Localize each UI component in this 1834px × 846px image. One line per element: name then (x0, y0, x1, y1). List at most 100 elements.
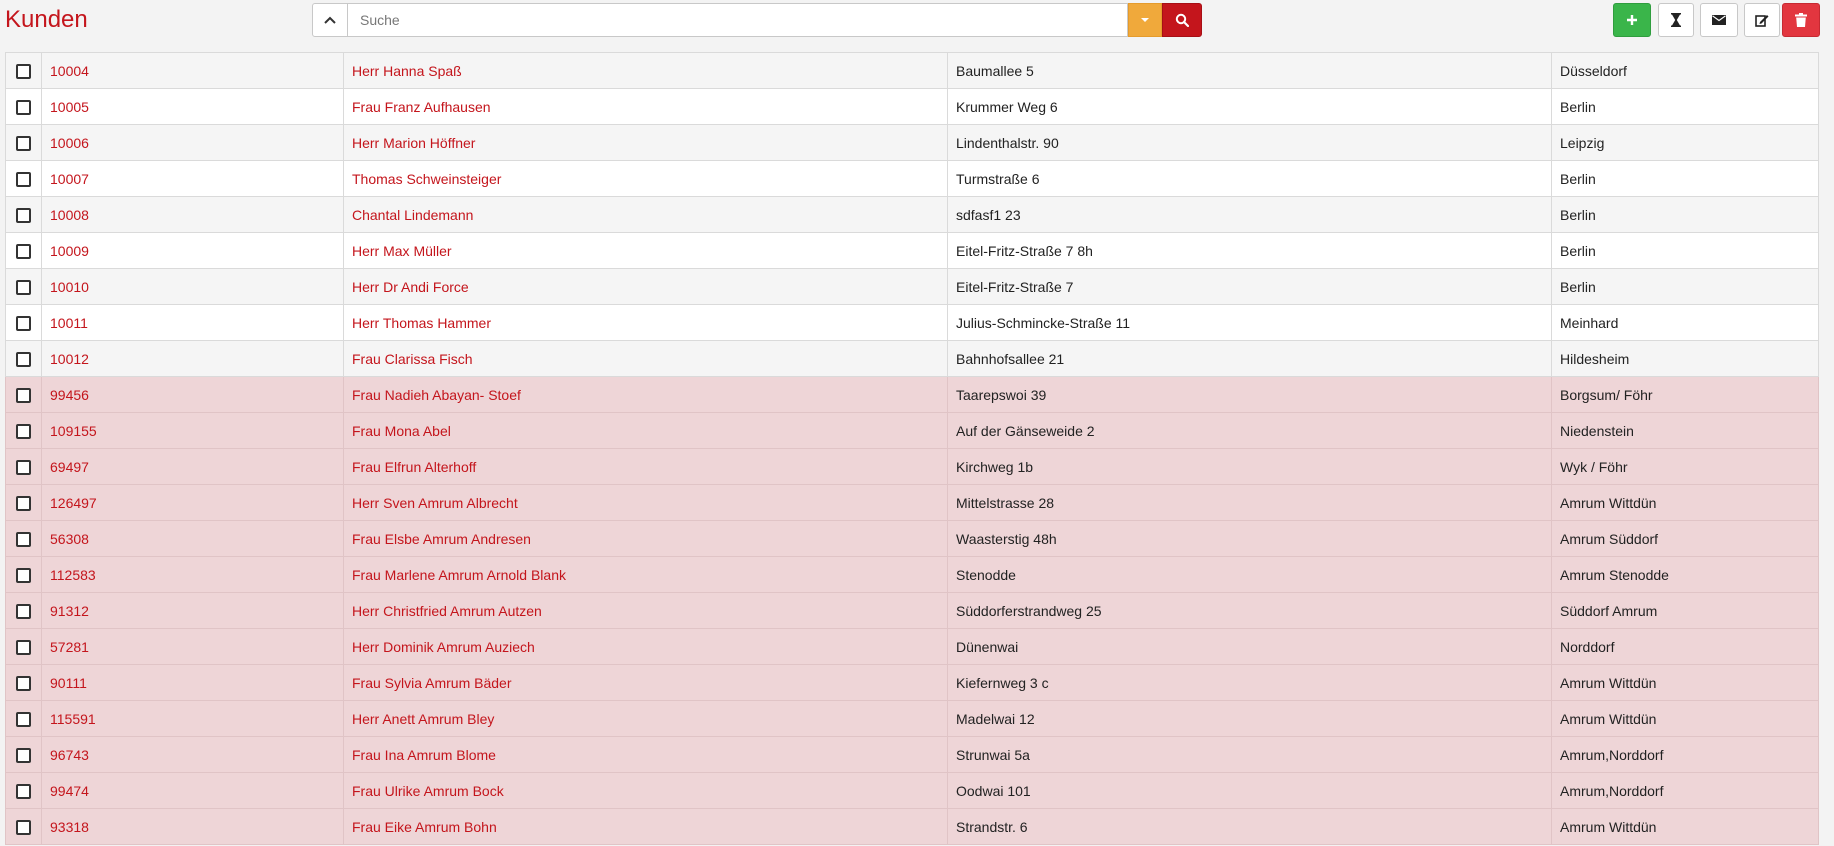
row-checkbox[interactable] (16, 315, 31, 331)
table-row[interactable]: 90111 Frau Sylvia Amrum Bäder Kiefernweg… (5, 664, 1819, 701)
customer-name[interactable]: Frau Franz Aufhausen (343, 88, 948, 125)
customer-id[interactable]: 10006 (41, 124, 344, 161)
row-checkbox[interactable] (16, 207, 31, 223)
customer-name[interactable]: Herr Hanna Spaß (343, 52, 948, 89)
top-toolbar: Kunden (0, 0, 1834, 52)
customer-id[interactable]: 10011 (41, 304, 344, 341)
customer-name[interactable]: Herr Marion Höffner (343, 124, 948, 161)
search-input[interactable] (348, 3, 1128, 37)
table-row[interactable]: 57281 Herr Dominik Amrum Auziech Dünenwa… (5, 628, 1819, 665)
add-customer-button[interactable] (1613, 3, 1651, 37)
customer-name[interactable]: Herr Max Müller (343, 232, 948, 269)
customer-name[interactable]: Frau Elsbe Amrum Andresen (343, 520, 948, 557)
table-row[interactable]: 126497 Herr Sven Amrum Albrecht Mittelst… (5, 484, 1819, 521)
row-checkbox[interactable] (16, 711, 31, 727)
table-row[interactable]: 99474 Frau Ulrike Amrum Bock Oodwai 101 … (5, 772, 1819, 809)
table-row[interactable]: 91312 Herr Christfried Amrum Autzen Südd… (5, 592, 1819, 629)
row-checkbox[interactable] (16, 819, 31, 835)
table-row[interactable]: 10006 Herr Marion Höffner Lindenthalstr.… (5, 124, 1819, 161)
row-checkbox[interactable] (16, 603, 31, 619)
table-row[interactable]: 10004 Herr Hanna Spaß Baumallee 5 Düssel… (5, 52, 1819, 89)
row-checkbox[interactable] (16, 387, 31, 403)
customer-name[interactable]: Herr Dominik Amrum Auziech (343, 628, 948, 665)
customer-name[interactable]: Herr Dr Andi Force (343, 268, 948, 305)
customer-id[interactable]: 91312 (41, 592, 344, 629)
customer-id[interactable]: 10012 (41, 340, 344, 377)
email-button[interactable] (1700, 3, 1738, 37)
row-checkbox[interactable] (16, 63, 31, 79)
customer-name[interactable]: Frau Ulrike Amrum Bock (343, 772, 948, 809)
customer-name[interactable]: Chantal Lindemann (343, 196, 948, 233)
customer-name[interactable]: Frau Mona Abel (343, 412, 948, 449)
customer-id[interactable]: 10007 (41, 160, 344, 197)
customer-name[interactable]: Herr Christfried Amrum Autzen (343, 592, 948, 629)
row-checkbox[interactable] (16, 675, 31, 691)
table-row[interactable]: 96743 Frau Ina Amrum Blome Strunwai 5a A… (5, 736, 1819, 773)
collapse-button[interactable] (312, 3, 348, 37)
row-checkbox[interactable] (16, 171, 31, 187)
table-row[interactable]: 10011 Herr Thomas Hammer Julius-Schminck… (5, 304, 1819, 341)
customer-id[interactable]: 10008 (41, 196, 344, 233)
customer-id[interactable]: 126497 (41, 484, 344, 521)
delete-button[interactable] (1782, 3, 1820, 37)
customer-name[interactable]: Frau Sylvia Amrum Bäder (343, 664, 948, 701)
customer-id[interactable]: 69497 (41, 448, 344, 485)
row-checkbox[interactable] (16, 459, 31, 475)
customer-name[interactable]: Frau Clarissa Fisch (343, 340, 948, 377)
edit-button[interactable] (1744, 3, 1780, 37)
customer-name[interactable]: Thomas Schweinsteiger (343, 160, 948, 197)
row-checkbox[interactable] (16, 639, 31, 655)
row-checkbox[interactable] (16, 531, 31, 547)
row-checkbox[interactable] (16, 243, 31, 259)
row-checkbox[interactable] (16, 423, 31, 439)
table-row[interactable]: 10010 Herr Dr Andi Force Eitel-Fritz-Str… (5, 268, 1819, 305)
customer-id[interactable]: 99474 (41, 772, 344, 809)
history-button[interactable] (1658, 3, 1694, 37)
customer-name[interactable]: Frau Nadieh Abayan- Stoef (343, 376, 948, 413)
table-row[interactable]: 10008 Chantal Lindemann sdfasf1 23 Berli… (5, 196, 1819, 233)
customer-id[interactable]: 10010 (41, 268, 344, 305)
customer-id[interactable]: 115591 (41, 700, 344, 737)
customer-id[interactable]: 109155 (41, 412, 344, 449)
row-checkbox[interactable] (16, 783, 31, 799)
table-row[interactable]: 10009 Herr Max Müller Eitel-Fritz-Straße… (5, 232, 1819, 269)
customer-name[interactable]: Frau Marlene Amrum Arnold Blank (343, 556, 948, 593)
table-row[interactable]: 10005 Frau Franz Aufhausen Krummer Weg 6… (5, 88, 1819, 125)
row-checkbox[interactable] (16, 495, 31, 511)
customer-id[interactable]: 10004 (41, 52, 344, 89)
customer-name[interactable]: Frau Eike Amrum Bohn (343, 808, 948, 845)
customer-id[interactable]: 112583 (41, 556, 344, 593)
customer-name[interactable]: Herr Sven Amrum Albrecht (343, 484, 948, 521)
customer-id[interactable]: 99456 (41, 376, 344, 413)
row-checkbox[interactable] (16, 99, 31, 115)
customer-id[interactable]: 93318 (41, 808, 344, 845)
customer-name[interactable]: Herr Anett Amrum Bley (343, 700, 948, 737)
customer-id[interactable]: 57281 (41, 628, 344, 665)
customer-id[interactable]: 90111 (41, 664, 344, 701)
table-row[interactable]: 93318 Frau Eike Amrum Bohn Strandstr. 6 … (5, 808, 1819, 845)
table-row[interactable]: 99456 Frau Nadieh Abayan- Stoef Taarepsw… (5, 376, 1819, 413)
customer-id[interactable]: 10009 (41, 232, 344, 269)
customer-name[interactable]: Herr Thomas Hammer (343, 304, 948, 341)
table-row[interactable]: 109155 Frau Mona Abel Auf der Gänseweide… (5, 412, 1819, 449)
table-row[interactable]: 69497 Frau Elfrun Alterhoff Kirchweg 1b … (5, 448, 1819, 485)
customer-name[interactable]: Frau Ina Amrum Blome (343, 736, 948, 773)
customer-id[interactable]: 96743 (41, 736, 344, 773)
table-row[interactable]: 10007 Thomas Schweinsteiger Turmstraße 6… (5, 160, 1819, 197)
search-button[interactable] (1162, 3, 1202, 37)
table-row[interactable]: 115591 Herr Anett Amrum Bley Madelwai 12… (5, 700, 1819, 737)
row-checkbox[interactable] (16, 279, 31, 295)
table-row[interactable]: 56308 Frau Elsbe Amrum Andresen Waasters… (5, 520, 1819, 557)
row-checkbox[interactable] (16, 351, 31, 367)
row-checkbox[interactable] (16, 747, 31, 763)
search-options-dropdown-button[interactable] (1128, 3, 1162, 37)
row-checkbox[interactable] (16, 135, 31, 151)
customer-id[interactable]: 56308 (41, 520, 344, 557)
customer-id[interactable]: 10005 (41, 88, 344, 125)
customer-city: Süddorf Amrum (1551, 592, 1819, 629)
row-checkbox[interactable] (16, 567, 31, 583)
customer-name[interactable]: Frau Elfrun Alterhoff (343, 448, 948, 485)
customer-street: Lindenthalstr. 90 (947, 124, 1552, 161)
table-row[interactable]: 10012 Frau Clarissa Fisch Bahnhofsallee … (5, 340, 1819, 377)
table-row[interactable]: 112583 Frau Marlene Amrum Arnold Blank S… (5, 556, 1819, 593)
